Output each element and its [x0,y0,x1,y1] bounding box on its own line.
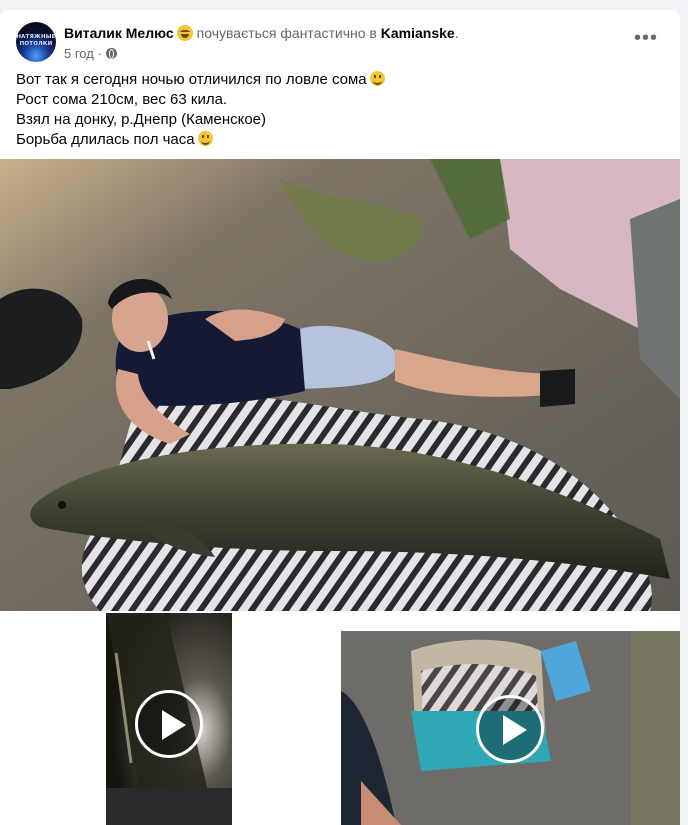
grinning-face-icon [176,25,193,41]
play-icon[interactable] [476,695,544,763]
post-card: НАТЯЖНЫЕ ПОТОЛКИ Виталик Мелюс почуваєтьс… [0,10,680,825]
avatar[interactable]: НАТЯЖНЫЕ ПОТОЛКИ [16,22,56,62]
post-text-line: Взял на донку, р.Днепр (Каменское) [16,111,267,128]
post-text-line: Рост сома 210см, вес 63 кила. [16,91,228,108]
post-text: Вот так я сегодня ночью отличился по лов… [16,70,664,150]
location-link[interactable]: Kamianske [381,25,455,41]
smiling-face-icon [369,71,385,86]
author-line: Виталик Мелюс почувається фантастично в K… [64,24,624,42]
feeling-text: почувається фантастично в [196,25,377,41]
avatar-text-bottom: ПОТОЛКИ [19,41,53,47]
author-name[interactable]: Виталик Мелюс [64,25,174,41]
separator: · [97,46,102,61]
video-thumbnail[interactable] [341,631,680,825]
play-icon[interactable] [135,690,203,758]
post-time[interactable]: 5 год [64,46,94,61]
main-photo[interactable] [0,159,680,611]
post-text-line: Вот так я сегодня ночью отличился по лов… [16,70,664,90]
post-header: НАТЯЖНЫЕ ПОТОЛКИ Виталик Мелюс почуваєтьс… [16,22,664,66]
more-options-button[interactable]: ••• [628,26,664,54]
smiling-face-icon [197,131,213,146]
post-text-line: Борьба длилась пол часа [16,130,664,150]
location-suffix: . [454,25,459,41]
avatar-text-top: НАТЯЖНЫЕ [16,34,56,40]
post-meta: Виталик Мелюс почувається фантастично в K… [64,24,624,62]
timestamp-line: 5 год · [64,46,624,62]
globe-icon[interactable] [105,48,117,59]
video-thumbnail[interactable] [106,613,232,825]
